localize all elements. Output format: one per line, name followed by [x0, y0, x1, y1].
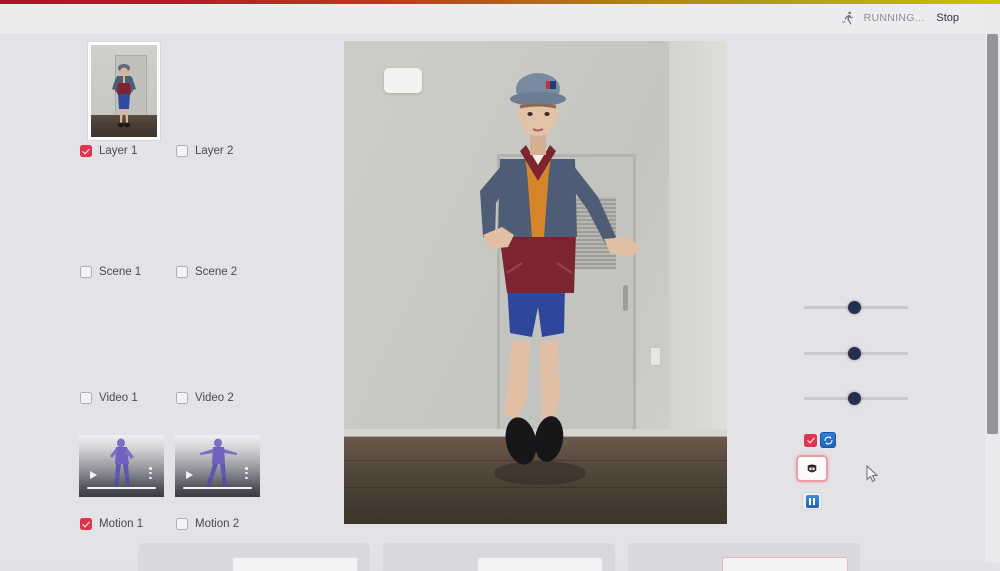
main-video-preview[interactable] [344, 41, 727, 524]
motion-preview-2[interactable] [175, 435, 260, 497]
checkbox-label: Video 1 [99, 392, 138, 404]
scrollbar-thumb[interactable] [987, 34, 998, 434]
stop-button[interactable]: Stop [933, 10, 962, 26]
thumb-person [112, 64, 136, 128]
video-person-figure [480, 73, 640, 485]
slider-thumb[interactable] [848, 347, 861, 360]
play-icon[interactable] [90, 471, 97, 479]
reference-frame-thumbnail[interactable] [88, 42, 160, 140]
motion-checkbox-row: Motion 1 Motion 2 [80, 515, 340, 533]
running-status-text: RUNNING... [863, 12, 925, 24]
settings-card-field[interactable] [722, 557, 848, 571]
status-cluster: RUNNING... Stop [840, 8, 962, 28]
checkbox-indicator[interactable] [176, 145, 188, 157]
checkbox-indicator[interactable] [80, 266, 92, 278]
left-panel: Layer 1 Layer 2 Scene 1 Scene 2 Video 1 [0, 34, 300, 563]
checkbox-motion-2[interactable]: Motion 2 [176, 518, 239, 530]
settings-card-field[interactable] [477, 557, 603, 571]
checkbox-indicator[interactable] [80, 392, 92, 404]
checkbox-indicator[interactable] [176, 266, 188, 278]
checkbox-scene-2[interactable]: Scene 2 [176, 266, 237, 278]
slider-thumb[interactable] [848, 301, 861, 314]
avatar-head-icon [807, 464, 817, 472]
checkbox-label: Layer 2 [195, 145, 234, 157]
checkbox-video-2[interactable]: Video 2 [176, 392, 234, 404]
checkbox-label: Layer 1 [99, 145, 138, 157]
slider-2[interactable] [804, 344, 908, 362]
settings-card-2[interactable] [383, 543, 615, 571]
checkbox-scene-1[interactable]: Scene 1 [80, 266, 176, 278]
settings-card-3[interactable] [628, 543, 860, 571]
checkbox-label: Video 2 [195, 392, 234, 404]
app-header: RUNNING... Stop [0, 4, 1000, 35]
checkbox-label: Scene 1 [99, 266, 142, 278]
checkbox-label: Motion 1 [99, 518, 144, 530]
checkbox-indicator[interactable] [176, 392, 188, 404]
checkbox-indicator[interactable] [80, 145, 92, 157]
checkbox-layer-2[interactable]: Layer 2 [176, 145, 233, 157]
checkbox-indicator[interactable] [176, 518, 188, 530]
slider-3[interactable] [804, 389, 908, 407]
video-checkbox-row: Video 1 Video 2 [80, 389, 340, 407]
vertical-scrollbar[interactable] [985, 4, 1000, 563]
motion-figure-1 [109, 438, 134, 487]
app-surface: RUNNING... Stop Layer 1 Layer 2 Scene 1 … [0, 4, 1000, 571]
motion-preview-1[interactable] [79, 435, 164, 497]
kebab-menu-icon[interactable] [149, 467, 152, 480]
enable-checkbox[interactable] [804, 434, 817, 447]
settings-card-1[interactable] [138, 543, 370, 571]
running-person-icon [841, 11, 853, 25]
sync-refresh-icon [824, 435, 832, 445]
slider-1[interactable] [804, 298, 908, 316]
motion-figure-2 [199, 438, 237, 486]
progress-bar[interactable] [183, 486, 252, 489]
sync-button[interactable] [820, 432, 836, 448]
checkbox-label: Motion 2 [195, 518, 240, 530]
kebab-menu-icon[interactable] [245, 467, 248, 480]
checkbox-layer-1[interactable]: Layer 1 [80, 145, 176, 157]
checkbox-label: Scene 2 [195, 266, 238, 278]
checkbox-motion-1[interactable]: Motion 1 [80, 518, 176, 530]
progress-bar[interactable] [87, 486, 156, 489]
pause-button[interactable] [802, 492, 822, 510]
layer-checkbox-row: Layer 1 Layer 2 [80, 142, 340, 160]
slider-thumb[interactable] [848, 392, 861, 405]
checkbox-indicator[interactable] [80, 518, 92, 530]
right-panel [760, 34, 940, 563]
avatar-button[interactable] [796, 455, 828, 482]
pause-icon [805, 494, 819, 508]
play-icon[interactable] [186, 471, 193, 479]
settings-card-field[interactable] [232, 557, 358, 571]
scene-checkbox-row: Scene 1 Scene 2 [80, 263, 340, 281]
reference-thumbnail-image [91, 45, 157, 137]
checkbox-video-1[interactable]: Video 1 [80, 392, 176, 404]
